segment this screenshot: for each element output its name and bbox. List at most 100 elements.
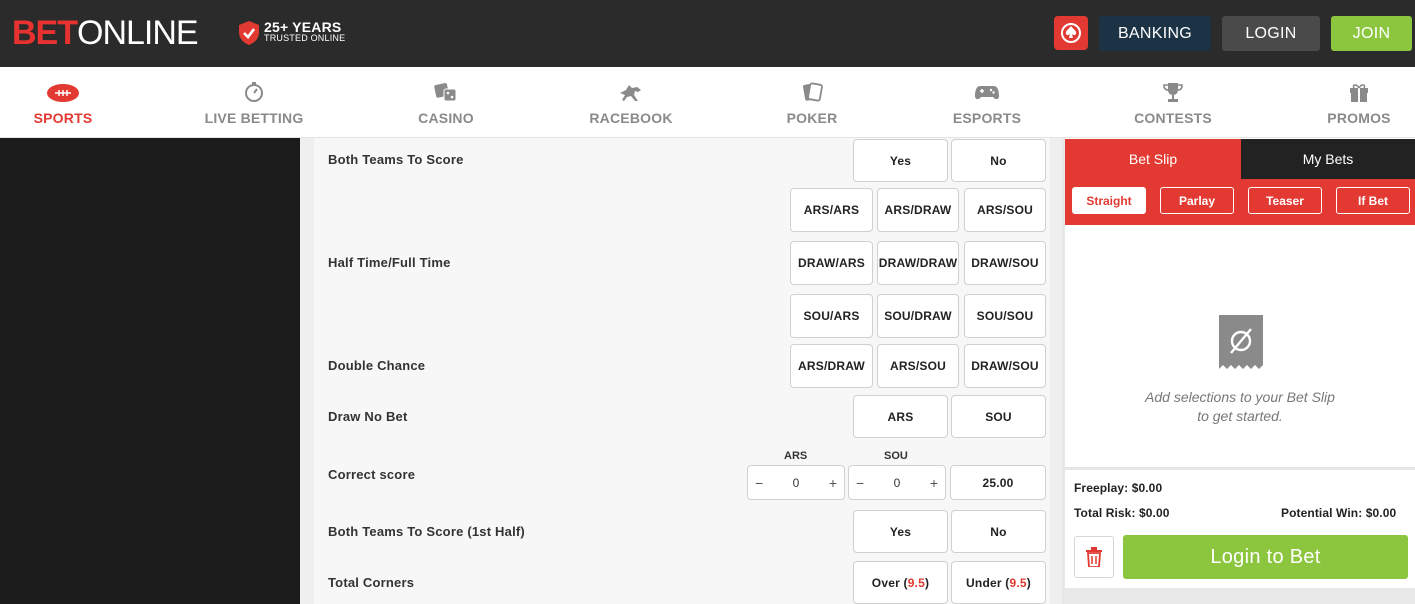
htft-option-button[interactable]: SOU/ARS: [790, 294, 873, 338]
nav-live-betting-label: LIVE BETTING: [204, 110, 304, 126]
correct-score-away-label: SOU: [884, 450, 908, 462]
shield-check-icon: [239, 21, 259, 45]
empty-bet-slip-message: Add selections to your Bet Slip to get s…: [1090, 388, 1390, 426]
dice-icon: [434, 83, 457, 102]
bet-slip-footer-strip: [1065, 588, 1415, 604]
draw-no-bet-ars-button[interactable]: ARS: [853, 395, 948, 438]
betonline-logo[interactable]: BETONLINE: [12, 14, 199, 52]
double-chance-option-button[interactable]: ARS/DRAW: [790, 344, 873, 388]
nav-contests-label: CONTESTS: [1134, 110, 1212, 126]
nav-racebook[interactable]: RACEBOOK: [586, 67, 676, 138]
trash-icon: [1086, 547, 1102, 567]
decrement-button[interactable]: −: [755, 475, 763, 491]
double-chance-option-button[interactable]: DRAW/SOU: [964, 344, 1046, 388]
trust-badge: 25+ YEARS TRUSTED ONLINE: [238, 20, 345, 46]
correct-score-away-stepper[interactable]: − 0 +: [848, 465, 946, 500]
decrement-button[interactable]: −: [856, 475, 864, 491]
htft-option-button[interactable]: DRAW/ARS: [790, 241, 873, 285]
over-text: Over (: [871, 575, 908, 590]
trophy-icon: [1163, 83, 1183, 102]
correct-score-home-stepper[interactable]: − 0 +: [747, 465, 845, 500]
htft-option-button[interactable]: SOU/DRAW: [877, 294, 959, 338]
over-close: ): [924, 575, 930, 590]
bet-type-if-bet[interactable]: If Bet: [1336, 187, 1410, 214]
nav-racebook-label: RACEBOOK: [589, 110, 673, 126]
gamepad-icon: [975, 86, 999, 100]
left-sidebar: [0, 138, 300, 604]
htft-option-button[interactable]: DRAW/SOU: [964, 241, 1046, 285]
gift-icon: [1350, 84, 1368, 102]
tab-my-bets[interactable]: My Bets: [1241, 139, 1415, 179]
nav-promos[interactable]: PROMOS: [1319, 67, 1399, 138]
total-corners-over-button[interactable]: Over (9.5): [853, 561, 948, 604]
nav-casino[interactable]: CASINO: [406, 67, 486, 138]
football-icon: [47, 84, 79, 102]
bet-type-teaser[interactable]: Teaser: [1248, 187, 1322, 214]
under-text: Under (: [966, 575, 1010, 590]
htft-option-button[interactable]: ARS/DRAW: [877, 188, 959, 232]
htft-option-button[interactable]: DRAW/DRAW: [877, 241, 959, 285]
btts-yes-button[interactable]: Yes: [853, 139, 948, 182]
poker-chip-button[interactable]: [1054, 16, 1088, 50]
btts-1h-yes-button[interactable]: Yes: [853, 510, 948, 553]
bet-type-straight[interactable]: Straight: [1072, 187, 1146, 214]
nav-poker[interactable]: POKER: [777, 67, 847, 138]
banking-button[interactable]: BANKING: [1099, 16, 1211, 51]
market-label-total-corners: Total Corners: [328, 575, 415, 590]
correct-score-odds-button[interactable]: 25.00: [950, 465, 1046, 500]
bet-type-parlay[interactable]: Parlay: [1160, 187, 1234, 214]
spade-chip-icon: [1061, 23, 1081, 43]
away-score-value[interactable]: 0: [894, 476, 901, 490]
under-line: 9.5: [1009, 575, 1027, 590]
total-risk-amount: Total Risk: $0.00: [1074, 506, 1170, 520]
nav-casino-label: CASINO: [418, 110, 474, 126]
clear-bet-slip-button[interactable]: [1074, 536, 1114, 578]
empty-message-line1: Add selections to your Bet Slip: [1145, 389, 1335, 405]
btts-no-button[interactable]: No: [951, 139, 1046, 182]
login-button[interactable]: LOGIN: [1222, 16, 1320, 51]
join-button[interactable]: JOIN: [1331, 16, 1412, 51]
increment-button[interactable]: +: [930, 475, 938, 491]
nav-esports[interactable]: ESPORTS: [947, 67, 1027, 138]
htft-option-button[interactable]: ARS/SOU: [964, 188, 1046, 232]
under-close: ): [1026, 575, 1031, 590]
nav-poker-label: POKER: [786, 110, 838, 126]
home-score-value[interactable]: 0: [793, 476, 800, 490]
market-label-btts-1h: Both Teams To Score (1st Half): [328, 524, 525, 539]
market-label-draw-no-bet: Draw No Bet: [328, 409, 408, 424]
empty-ticket-icon: [1219, 315, 1263, 369]
htft-option-button[interactable]: ARS/ARS: [790, 188, 873, 232]
freeplay-amount: Freeplay: $0.00: [1074, 481, 1163, 495]
nav-live-betting[interactable]: LIVE BETTING: [204, 67, 304, 138]
increment-button[interactable]: +: [829, 475, 837, 491]
market-label-double-chance: Double Chance: [328, 358, 426, 373]
btts-1h-no-button[interactable]: No: [951, 510, 1046, 553]
market-label-correct-score: Correct score: [328, 467, 416, 482]
empty-message-line2: to get started.: [1197, 408, 1283, 424]
bet-slip-divider: [1065, 467, 1415, 470]
draw-no-bet-sou-button[interactable]: SOU: [951, 395, 1046, 438]
over-line: 9.5: [907, 575, 925, 590]
nav-esports-label: ESPORTS: [952, 110, 1022, 126]
nav-sports-label: SPORTS: [33, 110, 93, 126]
horse-icon: [620, 85, 641, 101]
total-corners-under-button[interactable]: Under (9.5): [951, 561, 1046, 604]
market-label-htft: Half Time/Full Time: [328, 255, 451, 270]
nav-promos-label: PROMOS: [1327, 110, 1391, 126]
main-nav: SPORTS LIVE BETTING CASINO RACEBOOK POKE…: [0, 67, 1415, 138]
nav-contests[interactable]: CONTESTS: [1128, 67, 1218, 138]
market-label-btts: Both Teams To Score: [328, 152, 464, 167]
trust-years: 25+ YEARS: [264, 19, 342, 35]
login-to-bet-button[interactable]: Login to Bet: [1123, 535, 1408, 579]
htft-option-button[interactable]: SOU/SOU: [964, 294, 1046, 338]
trust-subtitle: TRUSTED ONLINE: [264, 33, 346, 43]
double-chance-option-button[interactable]: ARS/SOU: [877, 344, 959, 388]
correct-score-home-label: ARS: [784, 450, 808, 462]
logo-online-text: ONLINE: [77, 14, 199, 52]
nav-sports[interactable]: SPORTS: [23, 67, 103, 138]
tab-bet-slip[interactable]: Bet Slip: [1065, 139, 1241, 179]
stopwatch-icon: [245, 82, 263, 102]
potential-win-amount: Potential Win: $0.00: [1281, 506, 1397, 520]
cards-icon: [803, 82, 823, 102]
logo-bet-text: BET: [12, 14, 78, 52]
